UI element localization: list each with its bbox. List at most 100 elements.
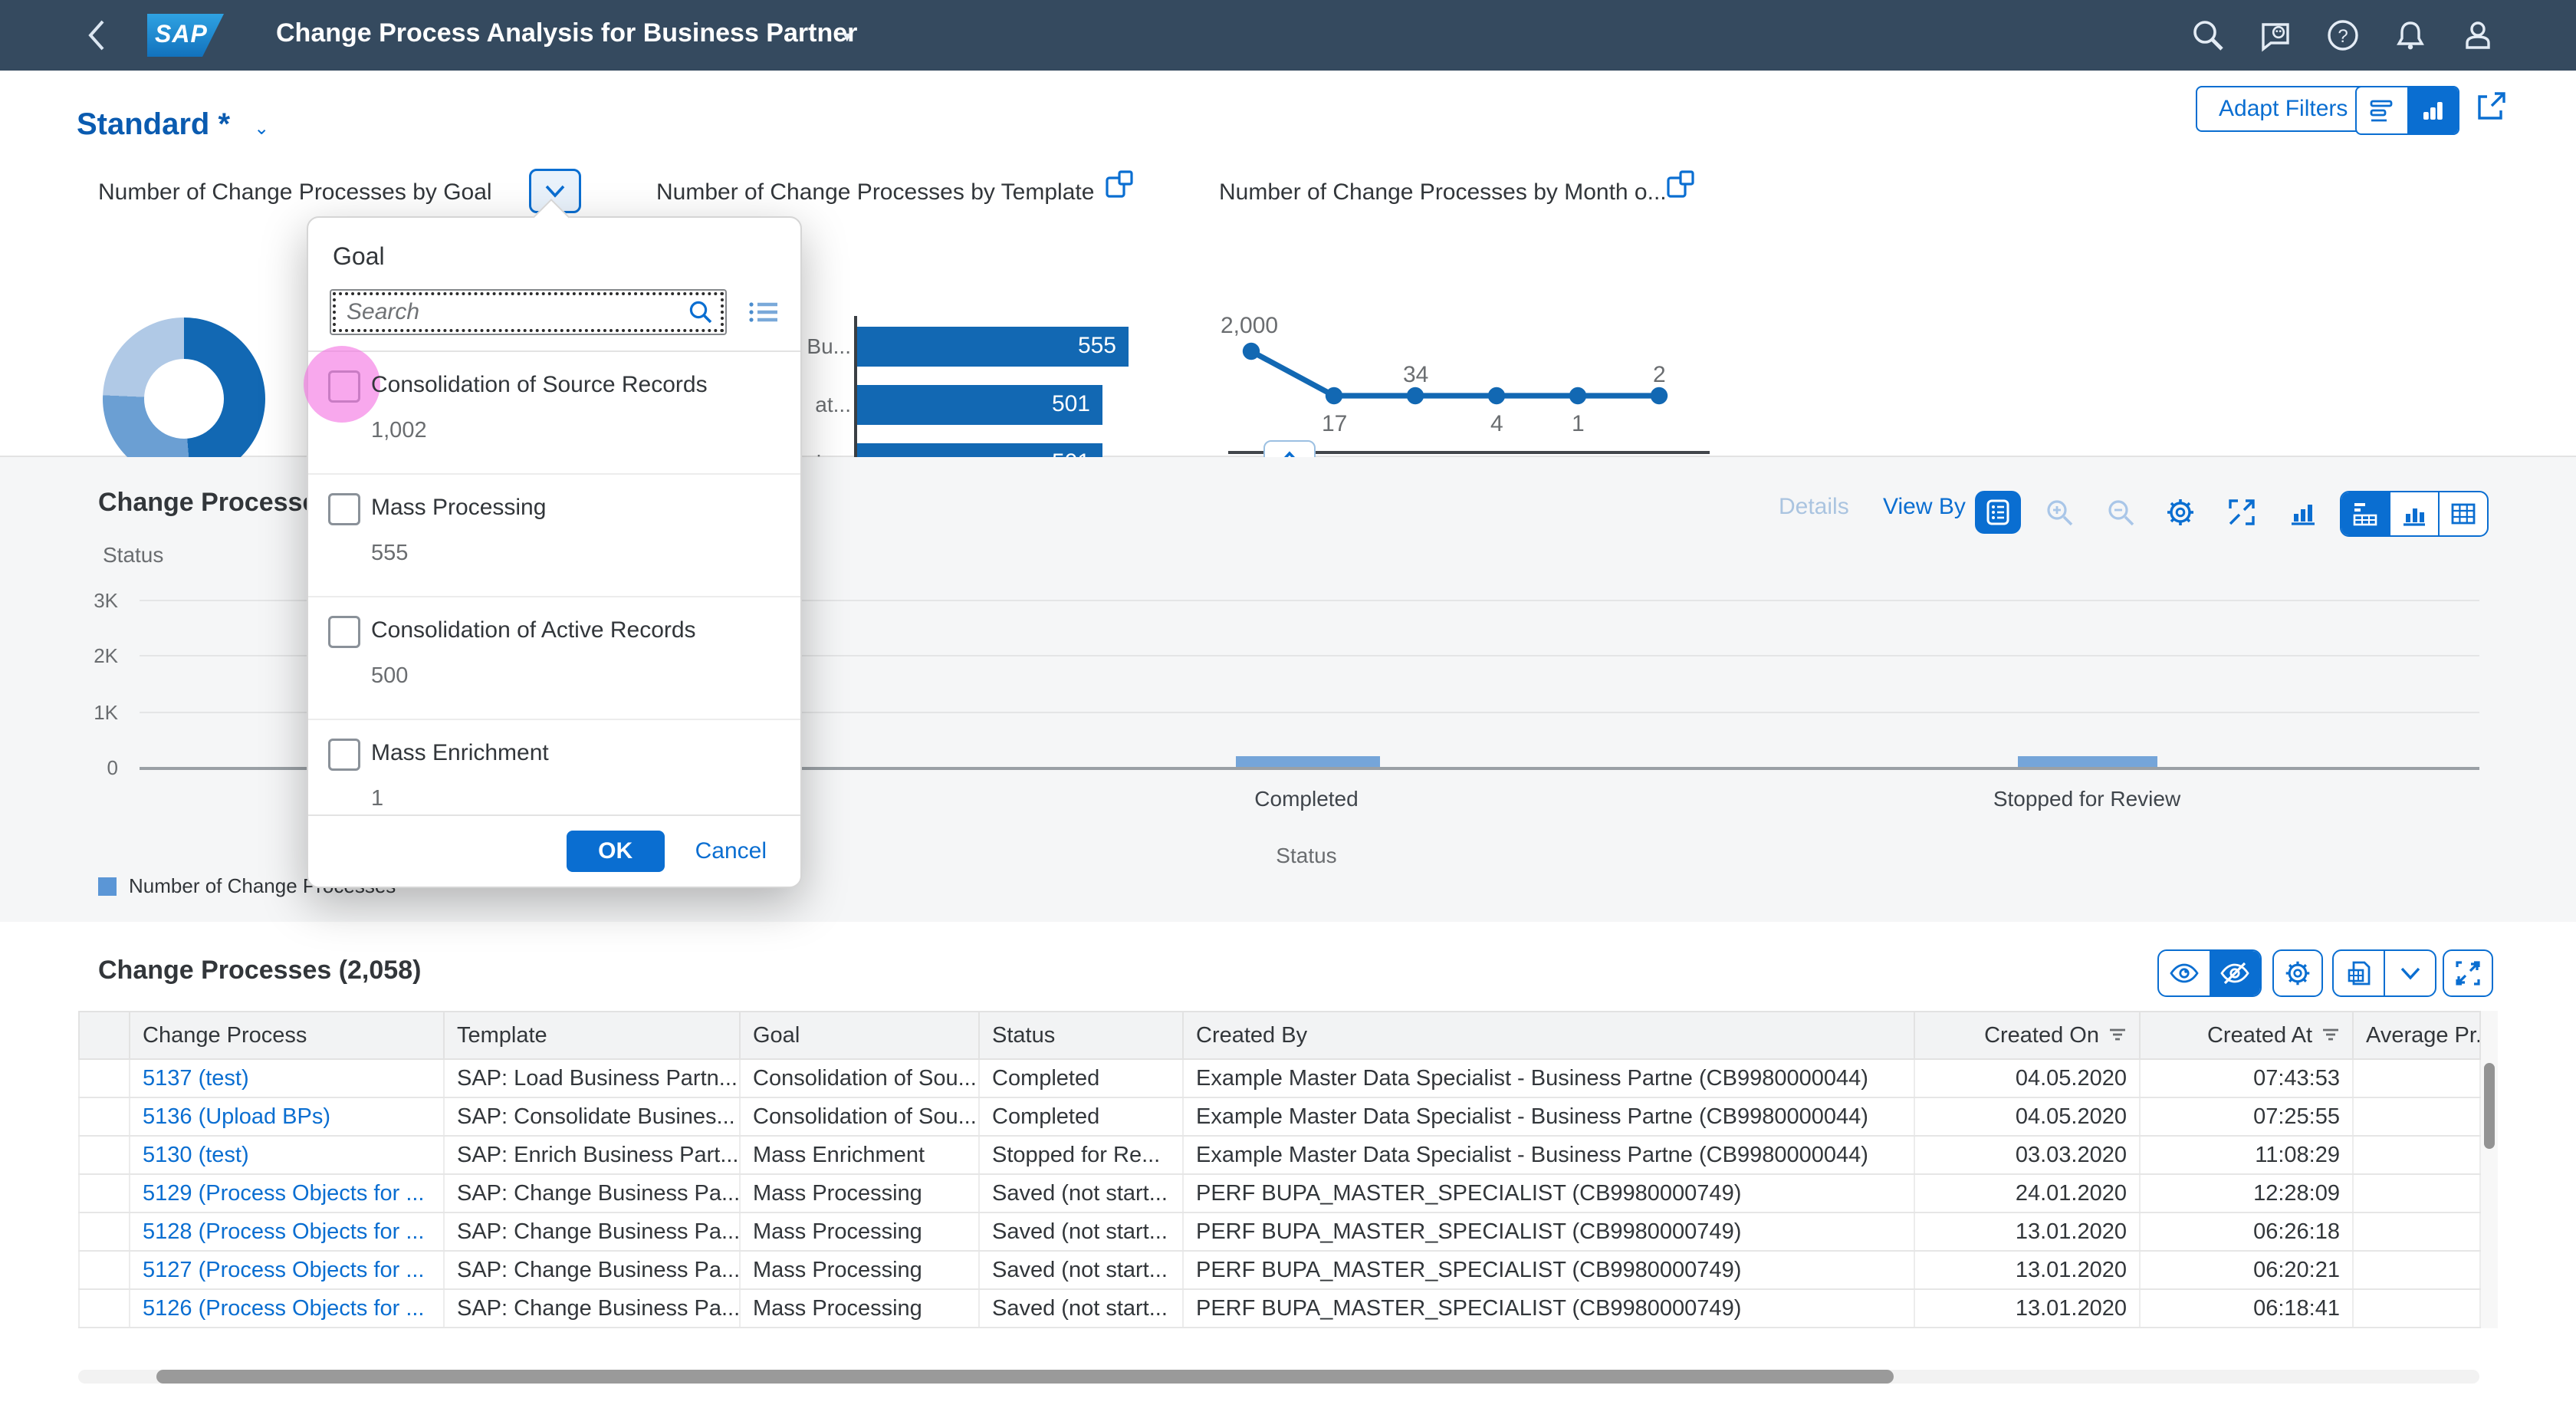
- chart-only-view-button[interactable]: [2390, 492, 2440, 535]
- show-details-eye-icon[interactable]: [2159, 951, 2210, 995]
- checkbox[interactable]: [328, 616, 360, 648]
- goal-option-consolidation-active[interactable]: Consolidation of Active Records 500: [308, 597, 800, 720]
- popup-footer: OK Cancel: [308, 814, 800, 887]
- point-label: 2: [1653, 362, 1666, 388]
- col-goal[interactable]: Goal: [740, 1012, 979, 1059]
- table-row[interactable]: 5127 (Process Objects for ...SAP: Change…: [79, 1251, 2480, 1289]
- goal-filter-popup: Goal Consolidation of Source Records 1,0…: [307, 216, 802, 888]
- point-label: 1: [1572, 411, 1585, 437]
- checkbox[interactable]: [328, 493, 360, 525]
- export-icon[interactable]: [2334, 951, 2385, 995]
- col-created-by[interactable]: Created By: [1183, 1012, 1914, 1059]
- search-icon[interactable]: [2190, 17, 2226, 54]
- template-open-in-icon[interactable]: [1104, 169, 1135, 199]
- table-settings-gear-icon[interactable]: [2272, 949, 2323, 997]
- template-bar-row[interactable]: at... 501: [857, 385, 1102, 425]
- horizontal-scrollbar-thumb[interactable]: [156, 1370, 1894, 1384]
- checkbox[interactable]: [328, 370, 360, 403]
- export-split-button: [2332, 949, 2436, 997]
- y-tick: 3K: [63, 589, 118, 613]
- month-line-chart[interactable]: [1210, 245, 1731, 460]
- goal-option-consolidation-source[interactable]: Consolidation of Source Records 1,002: [308, 352, 800, 475]
- select-column-header[interactable]: [79, 1012, 130, 1059]
- col-template[interactable]: Template: [444, 1012, 740, 1059]
- col-status[interactable]: Status: [979, 1012, 1183, 1059]
- feedback-icon[interactable]: [2257, 17, 2294, 54]
- show-hide-toggle: [2157, 949, 2262, 997]
- profile-icon[interactable]: [2459, 17, 2496, 54]
- change-processes-table: Change Process Template Goal Status Crea…: [78, 1011, 2481, 1328]
- back-icon[interactable]: [86, 18, 107, 52]
- table-header-row: Change Process Template Goal Status Crea…: [79, 1012, 2480, 1059]
- share-icon[interactable]: [2475, 89, 2509, 123]
- col-change-process[interactable]: Change Process: [130, 1012, 444, 1059]
- col-created-at[interactable]: Created At: [2140, 1012, 2353, 1059]
- table-row[interactable]: 5130 (test)SAP: Enrich Business Part...M…: [79, 1136, 2480, 1174]
- category-label: Completed: [1254, 787, 1358, 811]
- chart-table-view-button[interactable]: [2341, 492, 2390, 535]
- zoom-out-icon[interactable]: [2098, 491, 2144, 534]
- search-icon[interactable]: [688, 300, 713, 324]
- table-row[interactable]: 5126 (Process Objects for ...SAP: Change…: [79, 1289, 2480, 1328]
- table-row[interactable]: 5136 (Upload BPs)SAP: Consolidate Busine…: [79, 1097, 2480, 1136]
- month-open-in-icon[interactable]: [1665, 169, 1696, 199]
- table-row[interactable]: 5137 (test)SAP: Load Business Partn...Co…: [79, 1059, 2480, 1097]
- filter-bar-view-button[interactable]: [2357, 87, 2407, 133]
- svg-text:?: ?: [2338, 26, 2348, 47]
- horizontal-scrollbar[interactable]: [78, 1370, 2479, 1384]
- app-title[interactable]: Change Process Analysis for Business Par…: [276, 18, 857, 48]
- legend-icon[interactable]: [1975, 491, 2021, 534]
- notifications-icon[interactable]: [2392, 17, 2429, 54]
- point-label: 2,000: [1221, 313, 1278, 339]
- sap-logo[interactable]: SAP: [147, 14, 224, 57]
- view-toggle: [2355, 86, 2459, 135]
- view-by-button[interactable]: View By: [1883, 494, 1966, 520]
- details-button[interactable]: Details: [1779, 494, 1849, 520]
- y-tick: 2K: [63, 644, 118, 668]
- fullscreen-icon[interactable]: [2219, 491, 2265, 534]
- checkbox[interactable]: [328, 739, 360, 771]
- chart-icon[interactable]: [2280, 491, 2326, 534]
- goal-donut-chart[interactable]: [103, 318, 265, 480]
- x-axis-title: Status: [1276, 844, 1336, 868]
- goal-search-field[interactable]: [343, 298, 676, 327]
- table-row[interactable]: 5128 (Process Objects for ...SAP: Change…: [79, 1213, 2480, 1251]
- chart-view-button[interactable]: [2407, 87, 2458, 133]
- table-fullscreen-icon[interactable]: [2443, 949, 2493, 997]
- variant-chevron-down-icon: ⌄: [254, 118, 269, 139]
- status-chart-title: Change Processe: [98, 488, 317, 518]
- point-label: 34: [1403, 362, 1428, 388]
- goal-option-mass-processing[interactable]: Mass Processing 555: [308, 475, 800, 597]
- export-menu-chevron-icon[interactable]: [2385, 951, 2435, 995]
- point-label: 17: [1322, 411, 1347, 437]
- help-icon[interactable]: ?: [2325, 17, 2361, 54]
- template-bar-row[interactable]: Bu... 555: [857, 327, 1129, 367]
- y-tick: 0: [63, 756, 118, 780]
- vertical-scrollbar-thumb[interactable]: [2484, 1063, 2495, 1149]
- vertical-scrollbar[interactable]: [2481, 1011, 2498, 1328]
- app-title-caret-icon[interactable]: ▼: [840, 29, 854, 45]
- hide-details-eye-slash-icon[interactable]: [2210, 951, 2260, 995]
- bar-completed[interactable]: [1236, 756, 1380, 767]
- chart-table-switch: [2340, 491, 2489, 537]
- table-title: Change Processes (2,058): [98, 956, 421, 985]
- category-label: Stopped for Review: [1993, 787, 2180, 811]
- settings-gear-icon[interactable]: [2157, 491, 2203, 534]
- y-tick: 1K: [63, 701, 118, 725]
- col-average[interactable]: Average Pr...: [2353, 1012, 2480, 1059]
- zoom-in-icon[interactable]: [2036, 491, 2082, 534]
- ok-button[interactable]: OK: [567, 831, 665, 872]
- bar-stopped-for-review[interactable]: [2018, 756, 2157, 767]
- table-only-view-button[interactable]: [2440, 492, 2487, 535]
- cancel-button[interactable]: Cancel: [695, 838, 767, 864]
- col-created-on[interactable]: Created On: [1914, 1012, 2140, 1059]
- point-label: 4: [1490, 411, 1503, 437]
- card-template-title: Number of Change Processes by Template: [656, 179, 1094, 206]
- value-help-list-icon[interactable]: [748, 300, 779, 324]
- shell-header: SAP Change Process Analysis for Business…: [0, 0, 2576, 71]
- goal-search-input[interactable]: [330, 289, 727, 335]
- variant-selector[interactable]: Standard * ⌄: [77, 107, 269, 142]
- table-row[interactable]: 5129 (Process Objects for ...SAP: Change…: [79, 1174, 2480, 1213]
- adapt-filters-button[interactable]: Adapt Filters: [2196, 86, 2371, 132]
- filter-icon: [2108, 1028, 2127, 1043]
